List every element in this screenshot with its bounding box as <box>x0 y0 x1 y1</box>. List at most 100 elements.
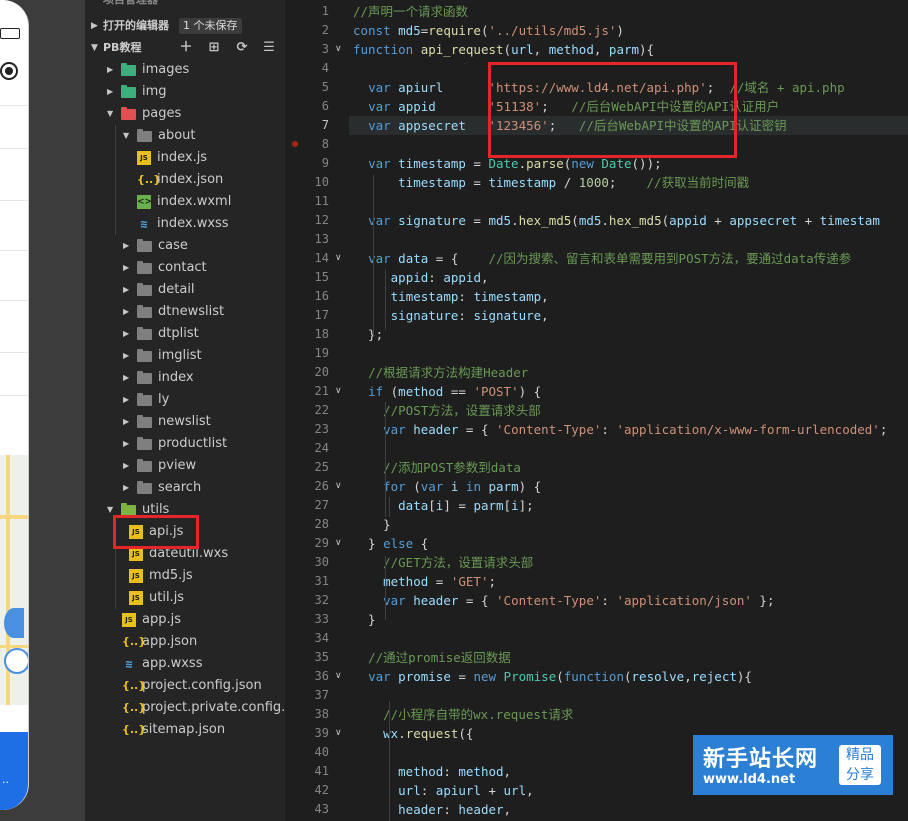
fold-chevron-icon[interactable]: ∨ <box>335 382 342 401</box>
refresh-icon[interactable]: ⟳ <box>235 41 249 55</box>
chevron-right-icon[interactable]: ▶ <box>123 477 129 499</box>
code-line[interactable]: var header = { 'Content-Type': 'applicat… <box>353 591 908 610</box>
code-line[interactable]: var header = { 'Content-Type': 'applicat… <box>353 420 908 439</box>
chevron-right-icon[interactable]: ▶ <box>123 455 129 477</box>
tree-item-dtplist[interactable]: ▶ dtplist <box>85 323 285 345</box>
tree-item-case[interactable]: ▶ case <box>85 235 285 257</box>
fold-chevron-icon[interactable]: ∨ <box>335 667 342 686</box>
code-line[interactable]: appid: appid, <box>353 268 908 287</box>
car-icon[interactable] <box>4 608 24 638</box>
code-line[interactable]: } <box>353 515 908 534</box>
code-line[interactable]: function api_request(url, method, parm){ <box>353 40 908 59</box>
code-line[interactable]: const md5=require('../utils/md5.js') <box>353 21 908 40</box>
tree-item-search[interactable]: ▶ search <box>85 477 285 499</box>
code-line[interactable]: timestamp = timestamp / 1000; //获取当前时间戳 <box>353 173 908 192</box>
tree-item-ly[interactable]: ▶ ly <box>85 389 285 411</box>
tree-item-newslist[interactable]: ▶ newslist <box>85 411 285 433</box>
code-line[interactable] <box>353 629 908 648</box>
tree-item-sitemap-json[interactable]: {..} sitemap.json <box>85 719 285 741</box>
code-line[interactable]: //通过promise返回数据 <box>353 648 908 667</box>
new-folder-icon[interactable]: ⊞ <box>207 41 221 55</box>
chevron-right-icon[interactable]: ▶ <box>123 367 129 389</box>
tree-item-app-js[interactable]: JS app.js <box>85 609 285 631</box>
fold-chevron-icon[interactable]: ∨ <box>335 724 342 743</box>
code-line[interactable]: for (var i in parm) { <box>353 477 908 496</box>
tree-item-index-json[interactable]: {..} index.json <box>85 169 285 191</box>
collapse-all-icon[interactable]: ☰ <box>262 41 276 55</box>
tree-item-md5-js[interactable]: JS md5.js <box>85 565 285 587</box>
phone-preview[interactable]: ·· <box>0 0 29 810</box>
fold-chevron-icon[interactable]: ∨ <box>335 477 342 496</box>
tree-item-productlist[interactable]: ▶ productlist <box>85 433 285 455</box>
code-line[interactable]: signature: signature, <box>353 306 908 325</box>
code-editor[interactable]: 1 2 3 ∨ 4 5 6 7 8 9 10 11 12 13 14 ∨ 15 16 17 18 19 20 21 ∨ 22 23… <box>285 0 908 821</box>
code-line[interactable] <box>353 192 908 211</box>
chevron-right-icon[interactable]: ▶ <box>123 433 129 455</box>
code-line[interactable]: } else { <box>353 534 908 553</box>
tree-item-pages[interactable]: ▼ pages <box>85 103 285 125</box>
code-token: parse <box>526 156 564 171</box>
fold-chevron-icon[interactable]: ∨ <box>335 249 342 268</box>
code-line[interactable]: method = 'GET'; <box>353 572 908 591</box>
chevron-right-icon[interactable]: ▶ <box>123 235 129 257</box>
chevron-right-icon[interactable]: ▶ <box>123 257 129 279</box>
code-line[interactable] <box>353 344 908 363</box>
code-line[interactable]: if (method == 'POST') { <box>353 382 908 401</box>
tree-item-detail[interactable]: ▶ detail <box>85 279 285 301</box>
tree-item-about[interactable]: ▼ about <box>85 125 285 147</box>
code-line[interactable] <box>353 686 908 705</box>
folder-icon <box>137 415 152 429</box>
code-line[interactable] <box>353 439 908 458</box>
code-line[interactable]: data[i] = parm[i]; <box>353 496 908 515</box>
code-line[interactable]: //GET方法，设置请求头部 <box>353 553 908 572</box>
project-header[interactable]: ▼ PB教程 ＋ ⊞ ⟳ ☰ <box>85 37 285 59</box>
tree-item-app-wxss[interactable]: ≋ app.wxss <box>85 653 285 675</box>
tree-item-img[interactable]: ▶ img <box>85 81 285 103</box>
fold-chevron-icon[interactable]: ∨ <box>335 534 342 553</box>
code-line[interactable]: var promise = new Promise(function(resol… <box>353 667 908 686</box>
tree-item-imglist[interactable]: ▶ imglist <box>85 345 285 367</box>
code-line[interactable]: //小程序自带的wx.request请求 <box>353 705 908 724</box>
code-line[interactable]: var signature = md5.hex_md5(md5.hex_md5(… <box>353 211 908 230</box>
tree-item-util-js[interactable]: JS util.js <box>85 587 285 609</box>
tree-item-dtnewslist[interactable]: ▶ dtnewslist <box>85 301 285 323</box>
tree-item-pview[interactable]: ▶ pview <box>85 455 285 477</box>
record-icon[interactable] <box>0 62 18 80</box>
chevron-right-icon[interactable]: ▶ <box>123 411 129 433</box>
chevron-right-icon[interactable]: ▶ <box>123 279 129 301</box>
tree-item-index-js[interactable]: JS index.js <box>85 147 285 169</box>
tree-item-contact[interactable]: ▶ contact <box>85 257 285 279</box>
chevron-right-icon[interactable]: ▶ <box>123 345 129 367</box>
chevron-right-icon[interactable]: ▶ <box>107 81 113 103</box>
code-token: ){ <box>736 669 752 684</box>
code-line[interactable]: }; <box>353 325 908 344</box>
code-line[interactable]: } <box>353 610 908 629</box>
new-file-icon[interactable]: ＋ <box>179 41 193 55</box>
chevron-down-icon[interactable]: ▼ <box>123 125 129 147</box>
code-line[interactable]: var data = { //因为搜索、留言和表单需要用到POST方法，要通过d… <box>353 249 908 268</box>
tree-item-index-wxss[interactable]: ≋ index.wxss <box>85 213 285 235</box>
code-line[interactable]: header: header, <box>353 800 908 819</box>
fold-chevron-icon[interactable]: ∨ <box>335 40 342 59</box>
code-line[interactable]: //POST方法，设置请求头部 <box>353 401 908 420</box>
open-editors-header[interactable]: ▶ 打开的编辑器 1 个未保存 <box>85 15 285 37</box>
chevron-right-icon[interactable]: ▶ <box>107 59 113 81</box>
tree-item-project-private-config-js-[interactable]: {..} project.private.config.js... <box>85 697 308 719</box>
chevron-down-icon[interactable]: ▼ <box>107 103 113 125</box>
tree-item-project-config-json[interactable]: {..} project.config.json <box>85 675 285 697</box>
code-line[interactable]: //根据请求方法构建Header <box>353 363 908 382</box>
tree-item-index[interactable]: ▶ index <box>85 367 285 389</box>
search-icon[interactable] <box>4 648 28 674</box>
code-line[interactable]: //添加POST参数到data <box>353 458 908 477</box>
code-line[interactable]: //声明一个请求函数 <box>353 2 908 21</box>
bottom-bar[interactable]: ·· <box>0 732 28 810</box>
code-line[interactable] <box>353 230 908 249</box>
chevron-right-icon[interactable]: ▶ <box>123 389 129 411</box>
tree-item-index-wxml[interactable]: <> index.wxml <box>85 191 285 213</box>
tree-item-images[interactable]: ▶ images <box>85 59 285 81</box>
code-line[interactable]: timestamp: timestamp, <box>353 287 908 306</box>
chevron-right-icon[interactable]: ▶ <box>123 323 129 345</box>
tree-item-app-json[interactable]: {..} app.json <box>85 631 285 653</box>
chevron-right-icon[interactable]: ▶ <box>123 301 129 323</box>
